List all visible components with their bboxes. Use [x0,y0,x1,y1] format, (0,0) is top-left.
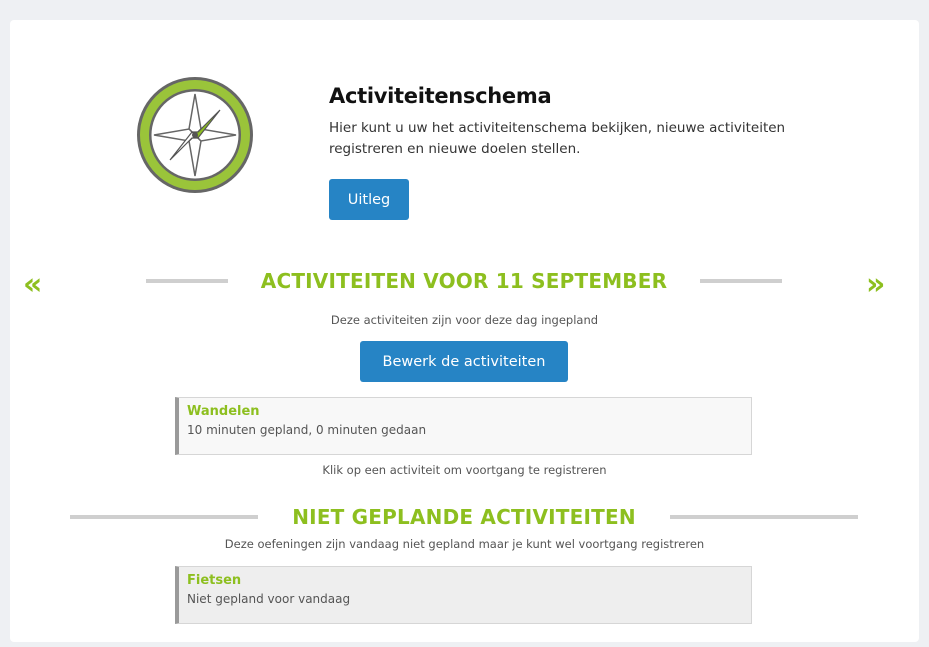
register-hint: Klik op een activiteit om voortgang te r… [322,463,607,477]
activity-name: Fietsen [187,573,242,588]
page-description: Hier kunt u uw het activiteitenschema be… [329,120,786,157]
intro-section: Activiteitenschema Hier kunt u uw het ac… [329,84,849,160]
edit-activities-button[interactable]: Bewerk de activiteiten [360,341,568,382]
planned-subtitle: Deze activiteiten zijn voor deze dag ing… [330,313,599,327]
planned-heading: ACTIVITEITEN VOOR 11 SEPTEMBER [260,269,668,293]
activity-name: Wandelen [187,404,260,419]
compass-icon [137,77,253,193]
activity-status: Niet gepland voor vandaag [187,592,351,606]
planned-heading-row: ACTIVITEITEN VOOR 11 SEPTEMBER [146,266,782,296]
unplanned-subtitle: Deze oefeningen zijn vandaag niet geplan… [224,537,705,551]
unplanned-heading: NIET GEPLANDE ACTIVITEITEN [292,505,636,529]
next-day-arrow[interactable]: » [866,268,885,302]
activity-item-fietsen[interactable]: Fietsen Niet gepland voor vandaag [175,566,752,624]
previous-day-arrow[interactable]: « [23,268,42,302]
unplanned-heading-row: NIET GEPLANDE ACTIVITEITEN [70,502,858,532]
page-title: Activiteitenschema [329,84,552,108]
uitleg-button[interactable]: Uitleg [329,179,409,220]
activity-item-wandelen[interactable]: Wandelen 10 minuten gepland, 0 minuten g… [175,397,752,455]
activity-status: 10 minuten gepland, 0 minuten gedaan [187,423,427,437]
